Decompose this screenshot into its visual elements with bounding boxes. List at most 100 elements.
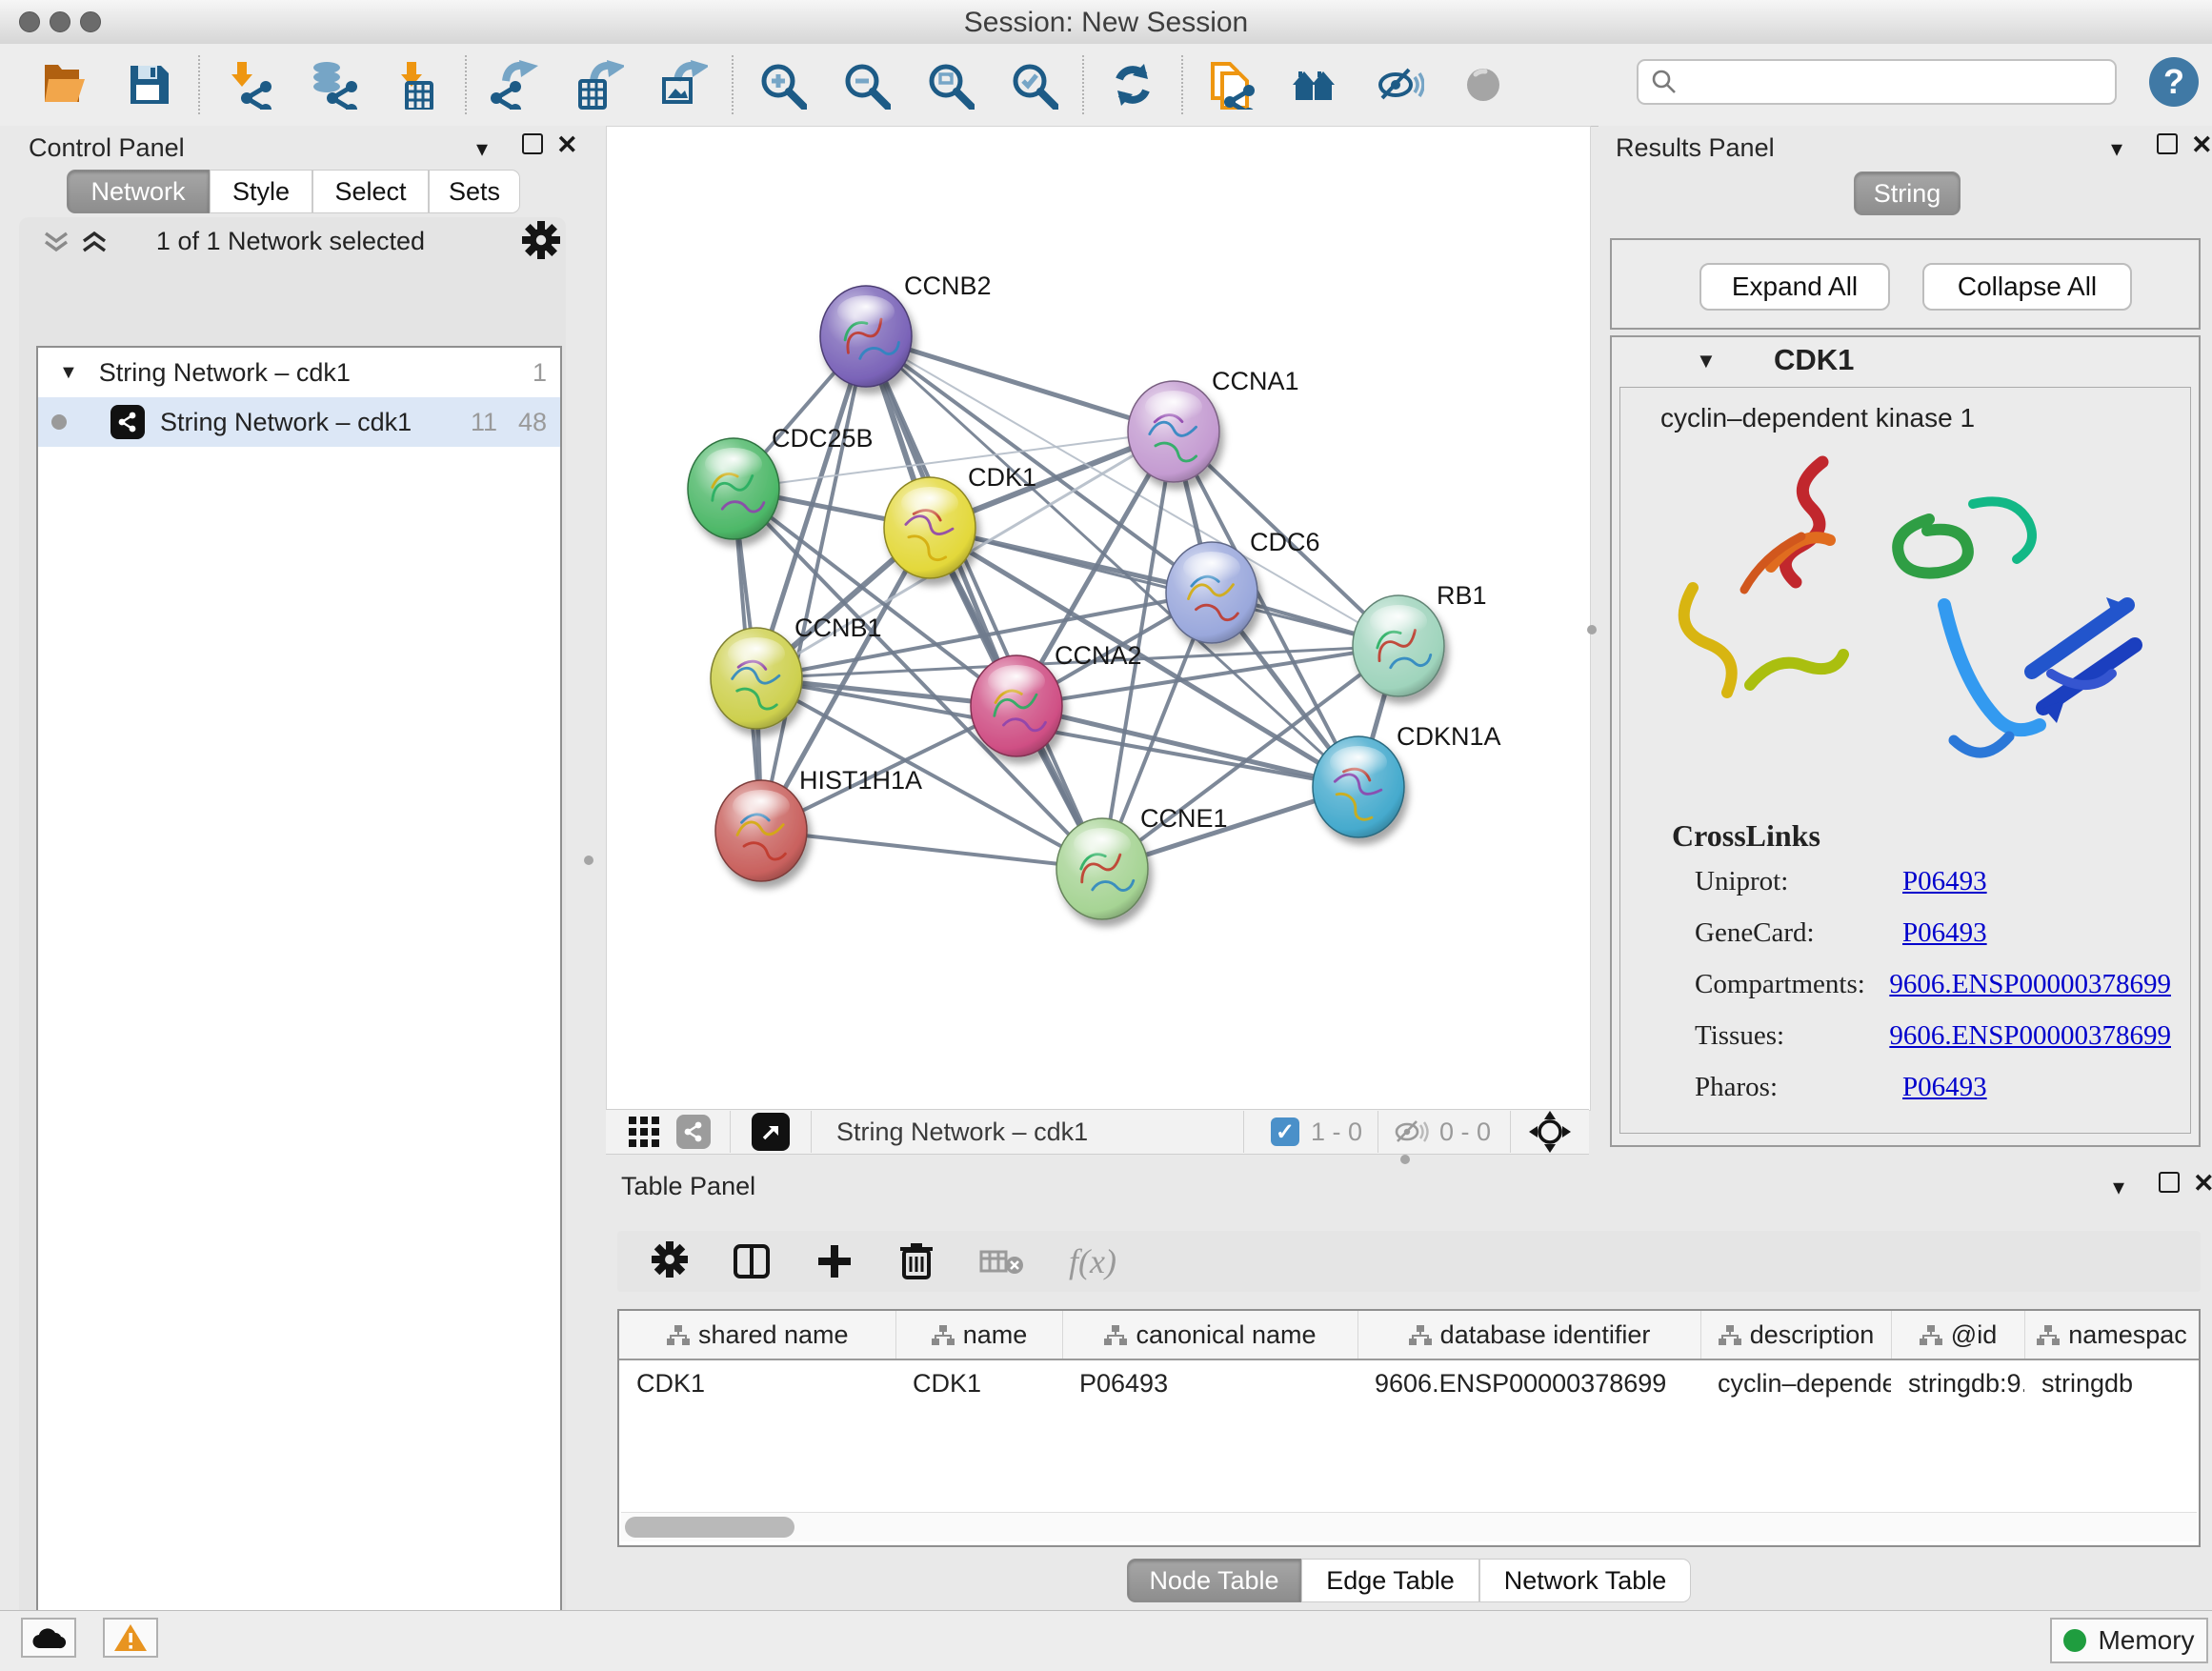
show-columns-icon[interactable] (732, 1241, 772, 1281)
collection-expander-icon[interactable]: ▼ (59, 362, 78, 384)
results-panel-maximize-icon[interactable] (2157, 133, 2178, 161)
expand-all-icon[interactable] (78, 229, 111, 257)
column-header-namespac[interactable]: namespac (2024, 1311, 2199, 1359)
column-header-shared-name[interactable]: shared name (619, 1311, 895, 1359)
table-cell[interactable]: cyclin–dependent ... (1700, 1359, 1891, 1406)
network-options-gear-icon[interactable] (522, 221, 560, 264)
edge-CCNB2-HIST1H1A[interactable] (761, 336, 866, 831)
crosslink-value-link[interactable]: P06493 (1902, 917, 1987, 949)
table-panel-float-icon[interactable]: ▾ (2113, 1174, 2124, 1201)
export-network-icon[interactable] (488, 57, 543, 112)
search-input[interactable] (1679, 67, 2082, 98)
tab-select[interactable]: Select (312, 170, 429, 213)
column-header-@id[interactable]: @id (1891, 1311, 2024, 1359)
cloud-button[interactable] (21, 1618, 76, 1658)
table-cell[interactable]: stringdb (2024, 1359, 2199, 1406)
zoom-out-icon[interactable] (838, 57, 894, 112)
create-column-icon[interactable] (815, 1242, 854, 1280)
home-icon[interactable] (1288, 57, 1343, 112)
help-button[interactable]: ? (2149, 57, 2199, 107)
export-image-icon[interactable] (655, 57, 711, 112)
open-session-icon[interactable] (38, 57, 93, 112)
warnings-button[interactable] (103, 1618, 158, 1658)
crosslink-value-link[interactable]: P06493 (1902, 1072, 1987, 1103)
collapse-all-button[interactable]: Collapse All (1922, 263, 2132, 311)
show-all-icon[interactable] (1456, 57, 1511, 112)
node-HIST1H1A[interactable] (715, 780, 807, 881)
expand-all-button[interactable]: Expand All (1699, 263, 1890, 311)
export-table-icon[interactable] (572, 57, 627, 112)
memory-button[interactable]: Memory (2050, 1618, 2208, 1663)
tab-string[interactable]: String (1854, 171, 1961, 215)
search-box[interactable] (1637, 59, 2117, 105)
string-document-icon[interactable] (1204, 57, 1259, 112)
refresh-icon[interactable] (1105, 57, 1160, 112)
table-cell[interactable]: stringdb:9... (1891, 1359, 2024, 1406)
network-results-splitter-handle[interactable] (1587, 625, 1597, 634)
table-row[interactable]: CDK1CDK1P064939606.ENSP00000378699cyclin… (619, 1359, 2199, 1406)
column-header-name[interactable]: name (895, 1311, 1062, 1359)
gene-expander-icon[interactable]: ▼ (1696, 349, 1717, 373)
edge-CDK1-RB1[interactable] (930, 528, 1398, 646)
control-panel-close-icon[interactable]: ✕ (556, 131, 578, 160)
open-in-window-icon[interactable] (752, 1113, 790, 1151)
import-table-icon[interactable] (389, 57, 444, 112)
control-panel-maximize-icon[interactable] (522, 133, 543, 161)
node-CDK1[interactable] (884, 477, 975, 578)
table-panel-maximize-icon[interactable] (2159, 1172, 2180, 1199)
control-panel-float-icon[interactable]: ▾ (476, 135, 488, 163)
control-network-splitter[interactable] (570, 126, 606, 1610)
tab-sets[interactable]: Sets (429, 170, 520, 213)
zoom-selected-icon[interactable] (1006, 57, 1061, 112)
string-style-icon[interactable] (676, 1115, 711, 1149)
crosslink-value-link[interactable]: 9606.ENSP00000378699 (1889, 969, 2171, 1000)
network-collection-row[interactable]: ▼ String Network – cdk1 1 (38, 348, 560, 397)
hide-selected-icon[interactable] (1372, 57, 1427, 112)
node-CDKN1A[interactable] (1313, 736, 1404, 837)
results-panel-close-icon[interactable]: ✕ (2191, 131, 2212, 160)
table-hscrollbar[interactable] (621, 1512, 2197, 1541)
node-CCNA2[interactable] (971, 655, 1062, 756)
crosslink-value-link[interactable]: P06493 (1902, 866, 1987, 897)
column-header-database-identifier[interactable]: database identifier (1357, 1311, 1700, 1359)
node-CCNE1[interactable] (1056, 818, 1148, 919)
table-cell[interactable]: 9606.ENSP00000378699 (1357, 1359, 1700, 1406)
selected-checkbox-icon[interactable]: ✓ (1271, 1117, 1299, 1146)
table-options-gear-icon[interactable] (652, 1241, 688, 1282)
zoom-in-icon[interactable] (754, 57, 810, 112)
network-canvas[interactable]: CCNB2CCNA1CDC25BCDK1CDC6RB1CCNB1CCNA2CDK… (606, 126, 1591, 1111)
node-RB1[interactable] (1353, 595, 1444, 696)
zoom-fit-icon[interactable] (922, 57, 977, 112)
birds-eye-view-icon[interactable] (627, 1115, 661, 1149)
table-hscroll-thumb[interactable] (625, 1517, 794, 1538)
save-session-icon[interactable] (122, 57, 177, 112)
edge-CCNB2-CCNA1[interactable] (866, 336, 1174, 432)
import-network-from-database-icon[interactable] (305, 57, 360, 112)
table-cell[interactable]: CDK1 (619, 1359, 895, 1406)
node-CCNA1[interactable] (1128, 381, 1219, 482)
edge-HIST1H1A-CCNE1[interactable] (761, 831, 1102, 869)
node-CCNB1[interactable] (711, 628, 802, 729)
tab-network-table[interactable]: Network Table (1479, 1559, 1691, 1602)
fit-content-icon[interactable] (1528, 1110, 1572, 1154)
table-cell[interactable]: CDK1 (895, 1359, 1062, 1406)
horizontal-splitter-handle[interactable] (1400, 1155, 1410, 1164)
tab-network[interactable]: Network (67, 170, 210, 213)
table-cell[interactable]: P06493 (1062, 1359, 1357, 1406)
table-panel-close-icon[interactable]: ✕ (2193, 1169, 2212, 1198)
column-header-description[interactable]: description (1700, 1311, 1891, 1359)
column-header-canonical-name[interactable]: canonical name (1062, 1311, 1357, 1359)
crosslink-value-link[interactable]: 9606.ENSP00000378699 (1889, 1020, 2171, 1052)
node-CDC6[interactable] (1166, 542, 1257, 643)
network-row[interactable]: String Network – cdk1 11 48 (38, 397, 560, 447)
delete-column-icon[interactable] (897, 1241, 935, 1281)
results-panel-float-icon[interactable]: ▾ (2111, 135, 2122, 163)
tab-edge-table[interactable]: Edge Table (1301, 1559, 1479, 1602)
node-CCNB2[interactable] (820, 286, 912, 387)
import-network-icon[interactable] (221, 57, 276, 112)
node-CDC25B[interactable] (688, 438, 779, 539)
collapse-all-icon[interactable] (40, 229, 72, 257)
tab-style[interactable]: Style (210, 170, 312, 213)
tab-node-table[interactable]: Node Table (1127, 1559, 1301, 1602)
vertical-splitter-handle[interactable] (584, 856, 593, 865)
